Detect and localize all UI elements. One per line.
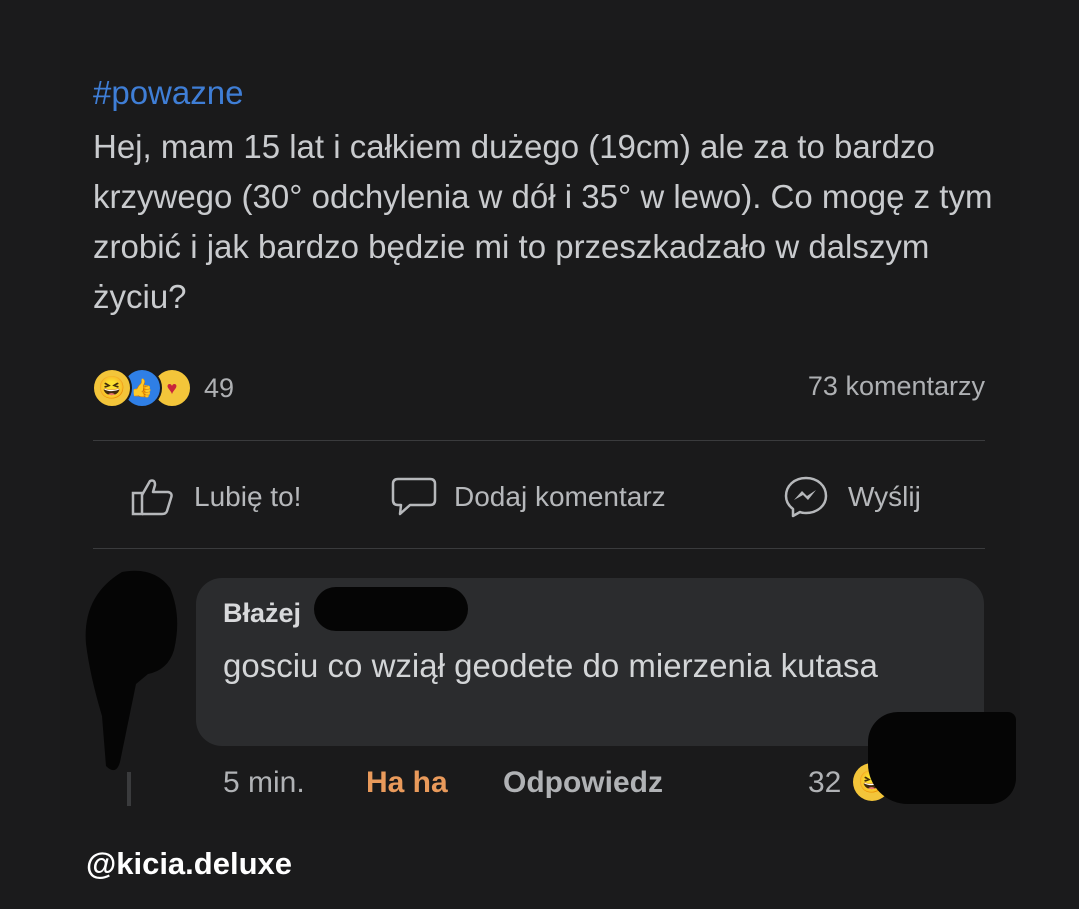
comment-time[interactable]: 5 min. <box>223 766 305 800</box>
divider <box>93 440 985 441</box>
comments-count[interactable]: 73 komentarzy <box>808 371 985 402</box>
comment-bubble-icon <box>391 477 437 516</box>
messenger-icon <box>784 476 828 518</box>
redaction-mark <box>868 712 1016 804</box>
reactions-summary[interactable]: 😆 👍 ♥ 49 <box>92 368 234 408</box>
reply-button[interactable]: Odpowiedz <box>503 766 663 800</box>
send-label: Wyślij <box>848 481 921 512</box>
post-text: Hej, mam 15 lat i całkiem dużego (19cm) … <box>93 128 993 315</box>
watermark: @kicia.deluxe <box>86 846 292 881</box>
avatar[interactable] <box>82 566 182 776</box>
comment-label: Dodaj komentarz <box>454 481 666 512</box>
redaction-mark <box>314 587 468 631</box>
comment-react-button[interactable]: Ha ha <box>366 766 448 800</box>
comment-author[interactable]: Błażej <box>223 598 301 629</box>
comment-reaction-count[interactable]: 32 <box>808 766 841 800</box>
thread-line <box>127 772 131 806</box>
comment-text: gosciu co wziął geodete do mierzenia kut… <box>223 647 878 684</box>
thumbs-up-icon <box>131 479 173 516</box>
haha-icon: 😆 <box>92 368 132 408</box>
post-hashtag[interactable]: #powazne <box>93 74 243 112</box>
reaction-count: 49 <box>204 372 235 403</box>
like-label: Lubię to! <box>194 481 302 512</box>
divider <box>93 548 985 549</box>
comment-button[interactable]: Dodaj komentarz <box>390 475 666 519</box>
like-button[interactable]: Lubię to! <box>130 475 301 519</box>
send-button[interactable]: Wyślij <box>782 475 921 519</box>
